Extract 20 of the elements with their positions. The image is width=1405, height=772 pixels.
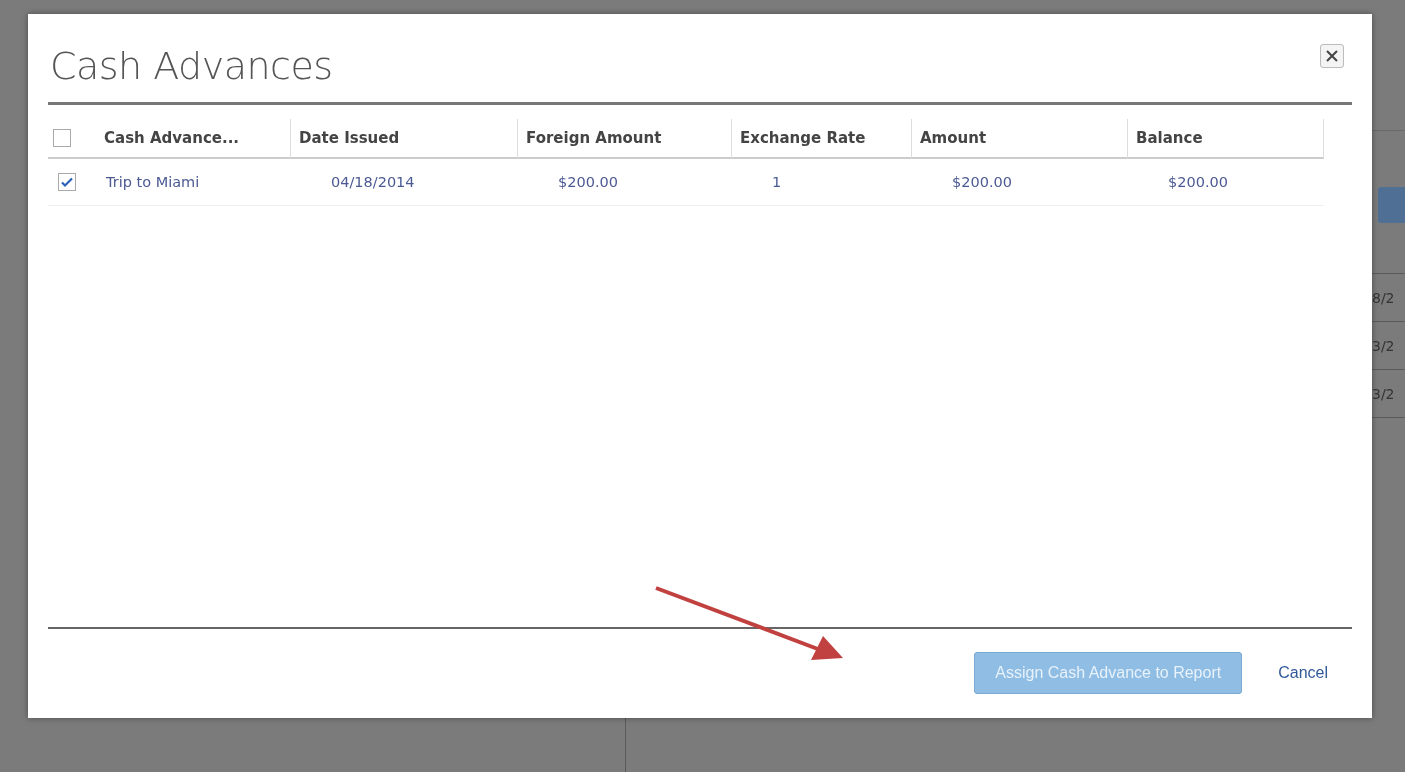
dialog-title: Cash Advances (50, 44, 333, 88)
column-header[interactable]: Date Issued (299, 129, 400, 147)
table-cell: $200.00 (952, 174, 1012, 190)
table-cell: $200.00 (1168, 174, 1228, 190)
checkbox[interactable] (58, 173, 76, 191)
column-header[interactable]: Exchange Rate (740, 129, 866, 147)
checkbox[interactable] (53, 129, 71, 147)
column-header[interactable]: Cash Advance... (104, 129, 240, 147)
table-cell: 3/2 (1372, 337, 1395, 354)
table-cell: 1 (772, 174, 782, 190)
close-icon[interactable] (1320, 44, 1344, 68)
table-cell: 04/18/2014 (331, 174, 415, 190)
column-header[interactable]: Balance (1136, 129, 1203, 147)
cancel-link[interactable]: Cancel (1278, 664, 1328, 682)
table-cell: 3/2 (1372, 385, 1395, 402)
column-header[interactable]: Amount (920, 129, 987, 147)
table-cell: $200.00 (558, 174, 618, 190)
column-header[interactable]: Foreign Amount (526, 129, 662, 147)
table-cell: 8/2 (1372, 289, 1395, 306)
cash-advance-link[interactable]: Trip to Miami (106, 174, 200, 190)
